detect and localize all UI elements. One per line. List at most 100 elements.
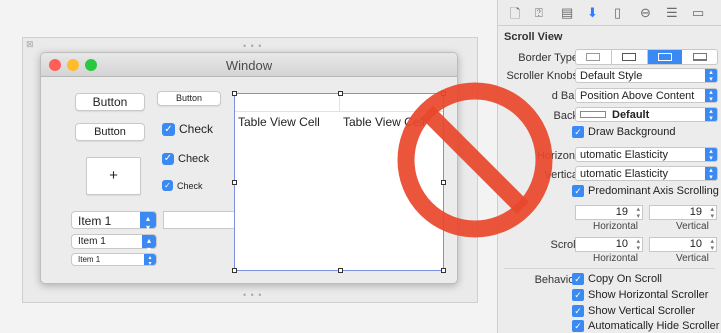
page-scroll-v-value: 10 (689, 238, 702, 250)
resize-handle[interactable] (232, 180, 237, 185)
border-type-label: Border Type (518, 52, 578, 64)
push-button-large[interactable]: Button (75, 93, 145, 111)
border-none-segment[interactable] (576, 50, 612, 64)
popup-button-medium[interactable]: Item 1 ▴ ▾ (71, 234, 157, 254)
app-window[interactable]: Window Button Button Button + ✓ Check ✓ Ch… (40, 52, 458, 284)
show-horizontal-scroller-checkbox[interactable]: ✓ Show Horizontal Scroller (572, 289, 708, 301)
line-scroll-v-value: 19 (689, 206, 702, 218)
show-vertical-scroller-label: Show Vertical Scroller (588, 305, 695, 317)
effects-icon[interactable]: ▭ (692, 5, 704, 21)
checkmark-icon: ✓ (572, 126, 584, 138)
connections-icon[interactable]: ⊖ (640, 5, 651, 21)
line-horizontal-caption: Horizontal (593, 221, 639, 232)
chevron-updown-icon: ▴ ▾ (142, 235, 156, 254)
size-icon[interactable]: ▯ (614, 5, 621, 21)
chevron-updown-icon: ▴ ▾ (144, 254, 156, 267)
vertical-elasticity-select[interactable]: utomatic Elasticity ▴ ▾ (575, 166, 718, 181)
page-horizontal-caption: Horizontal (593, 253, 639, 264)
page-scroll-horizontal[interactable]: 10 ▴ ▾ (575, 237, 643, 252)
scroller-knobs-value: Default Style (580, 70, 643, 82)
add-button[interactable]: + (86, 157, 141, 195)
checkmark-icon: ✓ (572, 289, 584, 301)
table-view[interactable]: Table View Cell Table View Cell (232, 91, 446, 273)
chevron-updown-icon: ▴ ▾ (705, 69, 717, 83)
checkbox-label: Check (178, 153, 210, 165)
section-title: Scroll View (504, 31, 563, 43)
checkbox-medium[interactable]: ✓ Check (162, 153, 209, 165)
stepper-icon[interactable]: ▴ ▾ (710, 238, 714, 252)
scroller-knobs-select[interactable]: Default Style ▴ ▾ (575, 68, 718, 83)
resize-handle[interactable] (441, 91, 446, 96)
scroller-knobs-label: Scroller Knobs (506, 70, 578, 82)
help-icon[interactable]: ⍰ (535, 5, 543, 21)
checkmark-icon: ✓ (162, 153, 174, 165)
copy-on-scroll-label: Copy On Scroll (588, 273, 662, 285)
push-button-medium[interactable]: Button (75, 123, 145, 141)
line-border-icon (622, 53, 637, 61)
table-cell-2[interactable]: Table View Cell (343, 115, 425, 129)
canvas-area: ⊠ • • • • • • Window Button Button Butto… (0, 0, 497, 333)
checkmark-icon: ✓ (572, 305, 584, 317)
border-type-segmented[interactable] (575, 49, 718, 65)
background-color-select[interactable]: Default ▴ ▾ (575, 107, 718, 122)
show-vertical-scroller-checkbox[interactable]: ✓ Show Vertical Scroller (572, 305, 695, 317)
table-cell-1[interactable]: Table View Cell (238, 115, 320, 129)
file-icon[interactable]: 🗋 (510, 5, 520, 27)
checkbox-large[interactable]: ✓ Check (162, 122, 213, 136)
horizontal-elasticity-select[interactable]: utomatic Elasticity ▴ ▾ (575, 147, 718, 162)
push-button-small[interactable]: Button (157, 91, 221, 106)
identity-icon[interactable]: ▤ (561, 5, 573, 21)
chevron-updown-icon: ▴ ▾ (705, 167, 717, 181)
attributes-icon[interactable]: ⬇ (587, 5, 598, 21)
column-divider (339, 94, 340, 112)
line-vertical-caption: Vertical (676, 221, 709, 232)
resize-handle[interactable] (338, 268, 343, 273)
checkmark-icon: ✓ (572, 273, 584, 285)
resize-handle[interactable] (232, 268, 237, 273)
line-scroll-horizontal[interactable]: 19 ▴ ▾ (575, 205, 643, 220)
bindings-icon[interactable]: ☰ (666, 5, 678, 21)
border-groove-segment[interactable] (682, 50, 717, 64)
auto-hide-scroller-checkbox[interactable]: ✓ Automatically Hide Scroller (572, 320, 719, 332)
section-divider (504, 268, 715, 269)
page-scroll-vertical[interactable]: 10 ▴ ▾ (649, 237, 717, 252)
stepper-icon[interactable]: ▴ ▾ (636, 238, 640, 252)
resize-handle[interactable] (441, 180, 446, 185)
draw-background-checkbox[interactable]: ✓ Draw Background (572, 126, 675, 138)
groove-border-icon (692, 53, 707, 61)
checkbox-small[interactable]: ✓ Check (162, 180, 203, 191)
horizontal-elasticity-value: utomatic Elasticity (580, 149, 669, 161)
checkmark-icon: ✓ (572, 320, 584, 332)
resize-handle[interactable] (232, 91, 237, 96)
background-value: Default (612, 109, 650, 121)
predominant-axis-label: Predominant Axis Scrolling (588, 185, 719, 197)
border-line-segment[interactable] (612, 50, 648, 64)
bezel-border-icon (657, 53, 672, 61)
find-bar-select[interactable]: Position Above Content ▴ ▾ (575, 88, 718, 103)
checkbox-label: Check (179, 122, 214, 136)
title-bar[interactable]: Window (41, 53, 457, 77)
no-border-icon (586, 53, 601, 61)
resize-handle[interactable] (338, 91, 343, 96)
popup-button-large[interactable]: Item 1 ▴ ▾ (71, 211, 157, 232)
page-vertical-caption: Vertical (676, 253, 709, 264)
resize-handle[interactable] (441, 268, 446, 273)
show-horizontal-scroller-label: Show Horizontal Scroller (588, 289, 709, 301)
border-bezel-segment[interactable] (647, 50, 683, 64)
close-frame-icon[interactable]: ⊠ (26, 39, 35, 50)
frame-bottom-dots: • • • (243, 290, 263, 300)
vertical-elasticity-value: utomatic Elasticity (580, 168, 669, 180)
popup-button-small[interactable]: Item 1 ▴ ▾ (71, 253, 157, 267)
copy-on-scroll-checkbox[interactable]: ✓ Copy On Scroll (572, 273, 662, 285)
line-scroll-vertical[interactable]: 19 ▴ ▾ (649, 205, 717, 220)
predominant-axis-checkbox[interactable]: ✓ Predominant Axis Scrolling (572, 185, 719, 197)
checkmark-icon: ✓ (162, 122, 175, 136)
checkbox-label: Check (177, 180, 203, 191)
horizontal-elasticity-label: Horizont (537, 150, 578, 162)
window-title: Window (225, 58, 273, 73)
popup-label: Item 1 (78, 236, 106, 247)
page-scroll-label: Scroll (550, 239, 578, 251)
checkmark-icon: ✓ (162, 180, 173, 191)
stepper-icon[interactable]: ▴ ▾ (710, 206, 714, 220)
stepper-icon[interactable]: ▴ ▾ (636, 206, 640, 220)
